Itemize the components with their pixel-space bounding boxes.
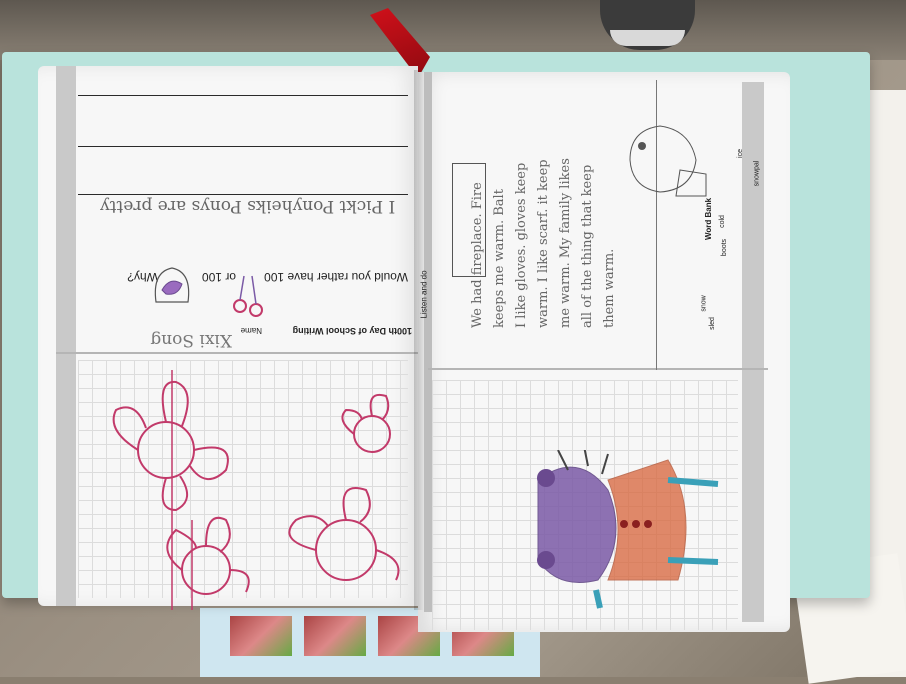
- word-bank: Word Bank cold boots ice snowpal snow sl…: [692, 140, 772, 340]
- book-gutter: [414, 70, 424, 610]
- photo-2: [304, 616, 366, 656]
- word-snowpal: snowpal: [753, 160, 761, 187]
- name-label: Name: [240, 326, 262, 335]
- photo-1: [230, 616, 292, 656]
- right-page-divider: [428, 368, 768, 370]
- story-line-1: We had fireplace. Fire: [470, 182, 485, 328]
- story-line-5: me warm. My family likes: [558, 158, 573, 328]
- balloons-icon: [233, 275, 263, 317]
- story-line-3: I like gloves. gloves keep: [514, 162, 529, 328]
- word-bank-title: Word Bank: [704, 197, 713, 240]
- flowers-drawing: [112, 370, 400, 610]
- name-value: Xixi Song: [150, 330, 232, 350]
- left-page-divider: [56, 352, 418, 354]
- desk-shadow-top: [0, 0, 906, 60]
- story-line-7: them warm.: [602, 248, 617, 328]
- answer-line-1: [78, 95, 408, 96]
- answer-line-3: [78, 194, 408, 195]
- pony-head-drawing: [154, 267, 190, 303]
- word-ice: ice: [736, 149, 744, 158]
- header-row: 100th Day of School Writing Name Xixi So…: [150, 318, 412, 352]
- answer-line-2: [78, 146, 408, 147]
- sheet-header: 100th Day of School Writing: [292, 326, 412, 336]
- child-drawing-figure: [537, 450, 719, 609]
- story-line-2: keeps me warm. Balt: [492, 189, 507, 328]
- prompt-text-1: Would you rather have 100: [264, 270, 408, 284]
- word-boots: boots: [721, 238, 729, 257]
- left-page-strip: [56, 66, 76, 606]
- word-cold: cold: [718, 215, 726, 228]
- story-line-6: all of the thing that keep: [580, 164, 595, 328]
- story-line-4: warm. I like scarf. it keep: [536, 159, 551, 328]
- right-page-inner-strip: [424, 72, 432, 612]
- listen-label: Listen and do: [419, 270, 429, 319]
- written-answer: I Pickt Ponyheiks Ponys are pretty: [100, 196, 396, 216]
- word-snow: snow: [700, 295, 708, 312]
- word-sled: sled: [708, 317, 716, 330]
